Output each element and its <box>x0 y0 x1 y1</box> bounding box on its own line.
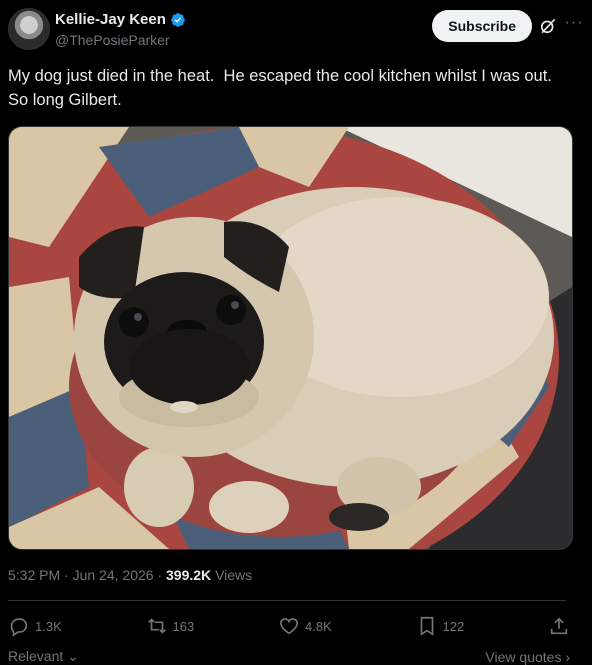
bookmark-count: 122 <box>442 618 465 634</box>
reply-button[interactable]: 1.3K <box>8 615 62 637</box>
heart-icon <box>279 618 298 635</box>
author-avatar[interactable] <box>8 8 50 50</box>
action-bar: 1.3K 163 4.8K 122 <box>8 612 570 640</box>
repost-icon <box>147 618 166 634</box>
share-icon <box>550 617 568 635</box>
divider <box>8 600 566 601</box>
more-options-icon[interactable]: ··· <box>564 15 584 36</box>
view-quotes-link[interactable]: View quotes › <box>485 649 570 665</box>
verified-badge-icon <box>171 12 185 27</box>
bookmark-icon <box>420 616 433 636</box>
chevron-down-icon: ⌄ <box>67 648 79 664</box>
reply-icon <box>10 618 28 637</box>
repost-button[interactable]: 163 <box>146 615 195 637</box>
author-handle[interactable]: @ThePosieParker <box>55 32 170 48</box>
share-button[interactable] <box>548 615 570 637</box>
author-name-row: Kellie-Jay Keen <box>55 11 186 28</box>
tweet-date[interactable]: Jun 24, 2026 <box>73 567 154 583</box>
pug-photo <box>9 127 572 549</box>
tweet-header: Kellie-Jay Keen @ThePosieParker Subscrib… <box>8 8 584 50</box>
grok-icon[interactable] <box>538 16 558 36</box>
reply-count: 1.3K <box>35 618 62 634</box>
tweet-text: My dog just died in the heat. He escaped… <box>8 67 562 109</box>
views-label: Views <box>215 567 253 583</box>
tweet-media-image[interactable] <box>8 126 573 550</box>
bookmark-button[interactable]: 122 <box>416 615 465 637</box>
meta-separator: · <box>64 567 69 583</box>
like-count: 4.8K <box>304 618 332 634</box>
tweet-meta: 5:32 PM · Jun 24, 2026 · 399.2K Views <box>8 567 252 583</box>
relevant-label: Relevant <box>8 648 64 664</box>
view-quotes-label: View quotes <box>485 648 562 665</box>
views-count: 399.2K <box>166 567 212 583</box>
reply-footer: Relevant ⌄ View quotes › <box>8 648 570 665</box>
repost-count: 163 <box>172 618 195 634</box>
chevron-right-icon: › <box>565 648 570 665</box>
tweet-time[interactable]: 5:32 PM <box>8 567 60 583</box>
subscribe-button[interactable]: Subscribe <box>432 10 532 42</box>
like-button[interactable]: 4.8K <box>278 615 332 637</box>
sort-relevant-dropdown[interactable]: Relevant ⌄ <box>8 648 79 665</box>
author-name[interactable]: Kellie-Jay Keen <box>55 11 166 28</box>
meta-separator-2: · <box>157 567 163 583</box>
